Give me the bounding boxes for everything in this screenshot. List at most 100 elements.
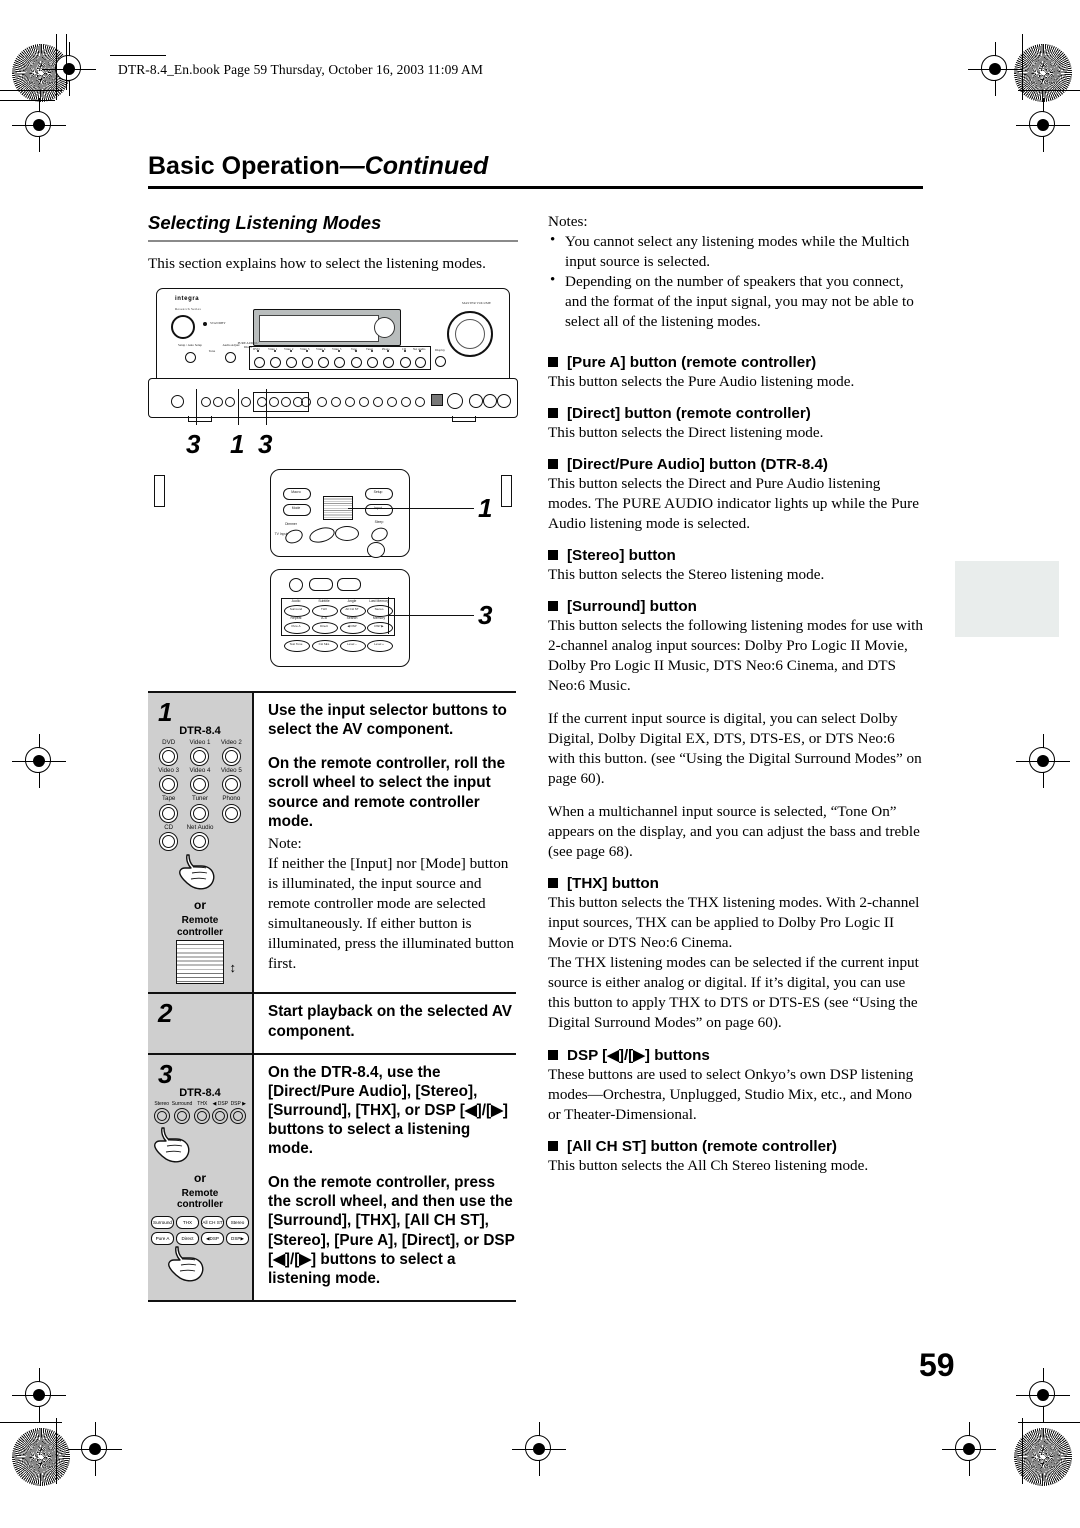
receiver-source-button-cd (400, 357, 411, 369)
receiver-standby-knob (171, 315, 195, 340)
input-selector-video2: Video 2 (216, 739, 247, 767)
remote-label-level-plus: Level + (374, 642, 384, 647)
receiver-lower-button-thx (281, 397, 291, 408)
step-1-remote-label-line2: controller (176, 926, 224, 938)
receiver-lower-button-2 (213, 397, 223, 408)
receiver-lower-button-3 (225, 397, 235, 408)
remote-controller-illustrations: Macro Mode Setup Input Dimmer TV Input L… (148, 467, 516, 685)
step-3-remote-label-line2: controller (176, 1199, 224, 1211)
input-selector-video1: Video 1 (184, 739, 215, 767)
input-selector-label-cd: CD (164, 823, 174, 831)
leader-line-a (196, 389, 197, 426)
bullet-square-icon (548, 459, 558, 470)
section-intro: This section explains how to select the … (148, 255, 486, 272)
button-section-pure-a: [Pure A] button (remote controller) This… (548, 354, 923, 392)
step-2-illustration: 2 (148, 994, 252, 1053)
remote-label-setup: Setup (373, 490, 383, 495)
callout-remote-top: 1 (478, 493, 493, 524)
receiver-standby-label: STANDBY (210, 321, 226, 326)
dtr-knob-surround (173, 1107, 190, 1124)
dtr-knob-dsp-right (230, 1107, 247, 1124)
input-selector-blank (216, 825, 247, 851)
subheading-thx: [THX] button (548, 875, 923, 892)
step-3-heading-1: On the DTR-8.4, use the [Direct/Pure Aud… (268, 1063, 508, 1158)
paragraph-surround-2: When a multichannel input source is sele… (548, 803, 920, 861)
file-stamp: DTR-8.4_En.book Page 59 Thursday, Octobe… (118, 62, 483, 77)
subheading-text: DSP [◀]/[▶] buttons (567, 1047, 710, 1064)
paragraph-dsp-0: These buttons are used to select Onkyo’s… (548, 1066, 914, 1123)
receiver-sub-brand: Research Series (175, 307, 202, 312)
subheading-text: [Direct/Pure Audio] button (DTR-8.4) (567, 456, 828, 474)
remote-mode-button-dsp-right: DSP▶ (226, 1232, 249, 1246)
step-1-note-body: If neither the [Input] nor [Mode] button… (268, 854, 514, 973)
receiver-volume-knob (447, 311, 493, 358)
dtr-button-label-thx: THX (197, 1100, 208, 1107)
remote-mode-button-thx: THX (176, 1216, 199, 1230)
receiver-lower-button-1 (201, 397, 211, 408)
right-column: Notes: You cannot select any listening m… (548, 212, 923, 1189)
remote-button-standby (289, 578, 303, 593)
remote-label-pure-a: Pure A (291, 624, 301, 629)
subheading-text: [Pure A] button (remote controller) (567, 354, 817, 372)
receiver-source-button-dvd (254, 357, 265, 369)
notes-label: Notes: (548, 213, 588, 230)
receiver-front-panel-illustration: integra Research Series STANDBY MASTER V… (148, 286, 518, 508)
subheading-text: [Stereo] button (567, 547, 676, 565)
remote-mode-button-all-ch-st: All CH ST (201, 1216, 224, 1230)
button-section-all-ch-st: [All CH ST] button (remote controller) T… (548, 1138, 923, 1176)
receiver-display-label: Display (435, 348, 445, 353)
receiver-lower-button-5 (317, 397, 327, 408)
remote-button-next (337, 578, 361, 592)
note-item-1: Depending on the number of speakers that… (548, 271, 923, 332)
dtr-knob-thx (194, 1107, 211, 1124)
remote-label-all-ch-st: All CH ST (345, 607, 359, 612)
leader-line-c (266, 389, 267, 426)
remote-label-ch-sel: CH SEL (318, 642, 330, 647)
button-section-thx: [THX] button This button selects the THX… (548, 875, 923, 1033)
remote-label-direct: Direct (320, 624, 328, 629)
callout-number-1: 1 (230, 429, 245, 460)
receiver-source-button-video2 (286, 357, 297, 369)
receiver-source-button-tape (351, 357, 362, 369)
remote-mode-button-surround: Surround (151, 1216, 174, 1230)
step-1-number: 1 (158, 697, 173, 728)
input-selector-label-phono: Phono (222, 795, 241, 803)
subheading-pure-a: [Pure A] button (remote controller) (548, 354, 923, 371)
paragraph-surround-1: If the current input source is digital, … (548, 710, 922, 788)
receiver-lower-panel (148, 378, 518, 508)
subheading-text: [Direct] button (remote controller) (567, 405, 811, 423)
receiver-body: integra Research Series STANDBY MASTER V… (156, 288, 510, 387)
receiver-foot-right (452, 416, 476, 423)
paragraph-direct-pure-audio-0: This button selects the Direct and Pure … (548, 475, 919, 533)
listening-mode-button-row: Stereo Surround THX ◀ DSP DSP ▶ (148, 1100, 252, 1124)
callout-leader-remote-bottom-v (388, 597, 389, 635)
remote-button-left-shift (307, 524, 337, 546)
step-1-note-label: Note: (268, 834, 302, 852)
paragraph-thx-0: This button selects the THX listening mo… (548, 894, 920, 952)
step-row-2: 2 Start playback on the selected AV comp… (148, 994, 516, 1055)
input-selector-label-video2: Video 2 (220, 739, 242, 747)
receiver-setup-label: Setup / Auto Setup (178, 343, 202, 348)
input-selector-grid: DVD Video 1 Video 2 Video 3 Video 4 Vide… (148, 739, 252, 851)
remote-button-dimmer (283, 527, 305, 546)
step-2-heading-1: Start playback on the selected AV compon… (268, 1003, 512, 1040)
remote-label-surround: Surround (289, 607, 303, 612)
callout-number-2: 3 (258, 429, 273, 460)
dtr-button-label-dsp-left: ◀ DSP (212, 1100, 229, 1107)
leader-line-b (238, 389, 239, 426)
paragraph-all-ch-st-0: This button selects the All Ch Stereo li… (548, 1156, 869, 1174)
receiver-lower-button-11 (401, 397, 411, 408)
button-section-stereo: [Stereo] button This button selects the … (548, 547, 923, 585)
button-section-surround: [Surround] button This button selects th… (548, 598, 923, 862)
step-1-heading-1: Use the input selector buttons to select… (268, 702, 507, 739)
subheading-surround: [Surround] button (548, 598, 923, 615)
receiver-lower-jack (171, 395, 184, 409)
remote-mode-button-grid: Surround THX All CH ST Stereo Pure A Dir… (148, 1216, 252, 1246)
page-title-main: Basic Operation (148, 152, 340, 180)
receiver-volume-label: MASTER VOLUME (461, 301, 491, 306)
receiver-source-button-video1 (270, 357, 281, 369)
bullet-square-icon (548, 601, 558, 612)
receiver-lower-button-4 (241, 397, 251, 408)
dtr-knob-dsp-left (212, 1107, 229, 1124)
remote-label-angle: Angle (347, 599, 357, 604)
